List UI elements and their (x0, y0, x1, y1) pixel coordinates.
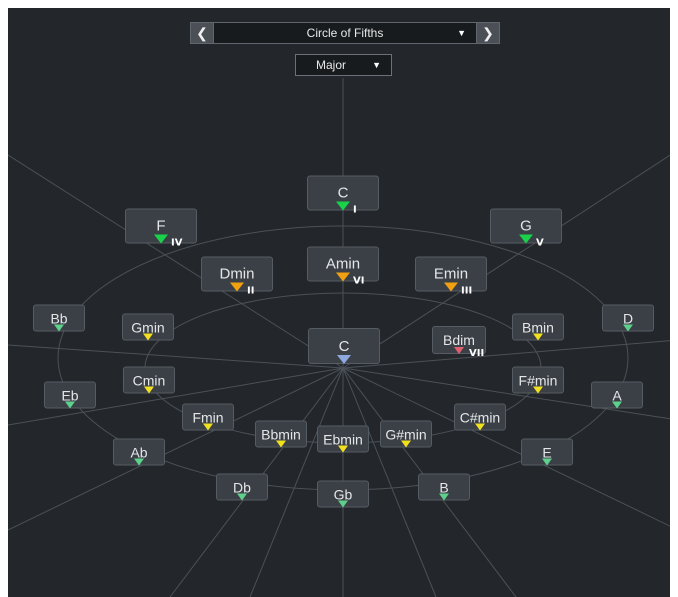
scale-degree-label: II (247, 285, 255, 297)
function-marker-icon (230, 282, 244, 292)
chord-d-button[interactable]: D (602, 304, 654, 332)
chord-emin-button[interactable]: Emin III (415, 256, 487, 297)
mode-dropdown-label: Major (316, 58, 347, 72)
function-marker-icon (338, 500, 348, 508)
chord-g-dominant-button[interactable]: GV (490, 208, 562, 249)
chord-ebmin-button[interactable]: Ebmin (317, 425, 369, 453)
function-marker-icon (338, 445, 348, 453)
function-marker-icon (203, 423, 213, 431)
chord-dmin-button[interactable]: Dmin II (201, 256, 273, 297)
function-marker-icon (444, 282, 458, 292)
chevron-left-icon: ❮ (196, 24, 208, 41)
previous-scheme-button[interactable]: ❮ (190, 22, 214, 44)
function-marker-icon (134, 458, 144, 466)
function-marker-icon (54, 324, 64, 332)
function-marker-icon (401, 440, 411, 448)
chord-gsharpmin-button[interactable]: G#min (380, 420, 432, 448)
chord-gb-button[interactable]: Gb (317, 480, 369, 508)
scheme-dropdown[interactable]: Circle of Fifths ▼ (214, 22, 476, 44)
circle-of-fifths-panel: ❮ Circle of Fifths ▼ ❯ Major ▼ C Bb Eb Ab D… (8, 8, 670, 597)
function-marker-icon (143, 333, 153, 341)
chord-ab-button[interactable]: Ab (113, 438, 165, 466)
chord-fmin-button[interactable]: Fmin (182, 403, 234, 431)
scheme-selector-bar: ❮ Circle of Fifths ▼ ❯ (190, 22, 500, 44)
function-marker-icon (237, 493, 247, 501)
chord-db-button[interactable]: Db (216, 473, 268, 501)
next-scheme-button[interactable]: ❯ (476, 22, 500, 44)
chord-cmin-button[interactable]: Cmin (123, 366, 175, 394)
center-chord-label: C (338, 337, 350, 355)
chord-b-button[interactable]: B (418, 473, 470, 501)
function-marker-icon (533, 333, 543, 341)
scale-degree-label: I (353, 204, 357, 216)
mode-dropdown[interactable]: Major ▼ (295, 54, 392, 76)
chord-amin-button[interactable]: Amin VI (307, 246, 379, 287)
chord-dmin-label: Dmin (219, 265, 255, 283)
function-marker-icon (144, 386, 154, 394)
function-marker-icon (475, 423, 485, 431)
chord-g-dominant-label: G (520, 217, 532, 235)
chord-bdim-button[interactable]: Bdim VII (432, 326, 486, 359)
scale-degree-label: VII (469, 348, 485, 359)
function-marker-icon (454, 347, 464, 354)
chord-c-tonic-label: C (337, 184, 349, 202)
chord-c-tonic-button[interactable]: CI (307, 175, 379, 216)
circle-guide-lines (8, 78, 670, 597)
chord-f-subdominant-label: F (156, 217, 166, 235)
chord-e-button[interactable]: E (521, 438, 573, 466)
chord-bbmin-button[interactable]: Bbmin (255, 420, 307, 448)
chevron-down-icon: ▼ (372, 60, 381, 70)
chevron-down-icon: ▼ (457, 28, 466, 38)
chord-fsharpmin-button[interactable]: F#min (512, 366, 564, 394)
function-marker-icon (439, 493, 449, 501)
function-marker-icon (623, 324, 633, 332)
function-marker-icon (336, 201, 350, 211)
function-marker-icon (65, 401, 75, 409)
chord-f-subdominant-button[interactable]: F IV (125, 208, 197, 249)
chord-bb-button[interactable]: Bb (33, 304, 85, 332)
spoke-line (342, 154, 670, 369)
function-marker-icon (336, 272, 350, 282)
scale-degree-label: VI (353, 275, 365, 287)
chord-bdim-label: Bdim (443, 332, 475, 348)
scheme-dropdown-label: Circle of Fifths (306, 26, 384, 40)
spoke-line (8, 154, 344, 369)
chord-bmin-button[interactable]: Bmin (512, 313, 564, 341)
function-marker-icon (533, 386, 543, 394)
chord-amin-label: Amin (325, 255, 361, 273)
function-marker-icon (154, 234, 168, 244)
scale-degree-label: III (461, 285, 473, 297)
function-marker-icon (519, 234, 533, 244)
scale-degree-label: IV (171, 237, 183, 249)
function-marker-icon (542, 458, 552, 466)
chevron-right-icon: ❯ (482, 24, 494, 41)
center-chord-marker-icon (337, 355, 351, 364)
chord-a-button[interactable]: A (591, 381, 643, 409)
chord-eb-button[interactable]: Eb (44, 381, 96, 409)
chord-gmin-button[interactable]: Gmin (122, 313, 174, 341)
chord-emin-label: Emin (433, 265, 469, 283)
chord-csharpmin-button[interactable]: C#min (454, 403, 506, 431)
function-marker-icon (612, 401, 622, 409)
function-marker-icon (276, 440, 286, 448)
center-chord-button[interactable]: C (308, 328, 380, 364)
scale-degree-label: V (536, 237, 544, 249)
spoke-line (342, 340, 670, 369)
